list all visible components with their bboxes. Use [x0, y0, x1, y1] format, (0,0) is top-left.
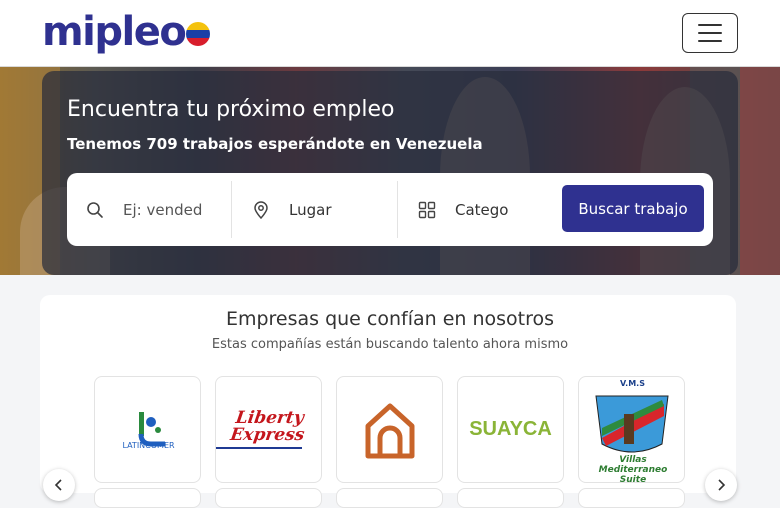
- category-segment[interactable]: Catego: [399, 181, 549, 238]
- location-segment[interactable]: Lugar: [233, 181, 398, 238]
- suayca-wordmark: SUAYCA: [469, 418, 552, 440]
- latincomer-label: LATINCOMER: [122, 441, 175, 450]
- company-logo-latincomer[interactable]: LATINCOMER: [94, 376, 201, 483]
- keyword-segment: [67, 181, 232, 238]
- latincomer-logo-icon: [138, 411, 165, 446]
- company-logo-liberty-express[interactable]: Liberty Express: [215, 376, 322, 483]
- mipleo-logo[interactable]: mipleo: [42, 9, 211, 55]
- companies-subtitle: Estas compañías están buscando talento a…: [211, 337, 569, 352]
- company-logo-card[interactable]: [457, 488, 564, 508]
- logo-text: mipleo: [42, 9, 187, 55]
- company-logo-card[interactable]: [215, 488, 322, 508]
- hamburger-menu-button[interactable]: [682, 13, 738, 53]
- site-header: mipleo: [0, 0, 780, 67]
- search-jobs-button[interactable]: Buscar trabajo: [562, 185, 704, 232]
- hamburger-icon: [698, 24, 722, 26]
- house-logo-icon: [365, 403, 414, 458]
- hero-title: Encuentra tu próximo empleo: [67, 97, 395, 122]
- company-logo-card[interactable]: [336, 488, 443, 508]
- keyword-input[interactable]: [123, 200, 223, 219]
- carousel-prev-button[interactable]: [43, 469, 75, 501]
- liberty-express-wordmark: Liberty Express: [229, 408, 306, 445]
- chevron-right-icon: [718, 479, 726, 491]
- company-logo-house[interactable]: [336, 376, 443, 483]
- company-logo-villas-mediterraneo[interactable]: V.M.S Villas Mediterraneo Suite: [578, 376, 685, 483]
- company-logo-card[interactable]: [94, 488, 201, 508]
- chevron-left-icon: [54, 479, 62, 491]
- job-search-bar: Lugar Catego Buscar trabajo: [67, 173, 713, 246]
- companies-title: Empresas que confían en nosotros: [225, 308, 555, 330]
- company-logo-card[interactable]: [578, 488, 685, 508]
- map-pin-icon: [233, 200, 289, 219]
- grid-icon: [399, 201, 455, 219]
- venezuela-flag-icon: [186, 22, 211, 46]
- location-select[interactable]: Lugar: [289, 201, 331, 219]
- hero-subtitle: Tenemos 709 trabajos esperándote en Vene…: [67, 135, 483, 153]
- search-icon: [67, 201, 123, 219]
- carousel-next-button[interactable]: [705, 469, 737, 501]
- liberty-swoosh-icon: [216, 447, 302, 449]
- company-logo-suayca[interactable]: SUAYCA: [457, 376, 564, 483]
- category-select[interactable]: Catego: [455, 201, 508, 219]
